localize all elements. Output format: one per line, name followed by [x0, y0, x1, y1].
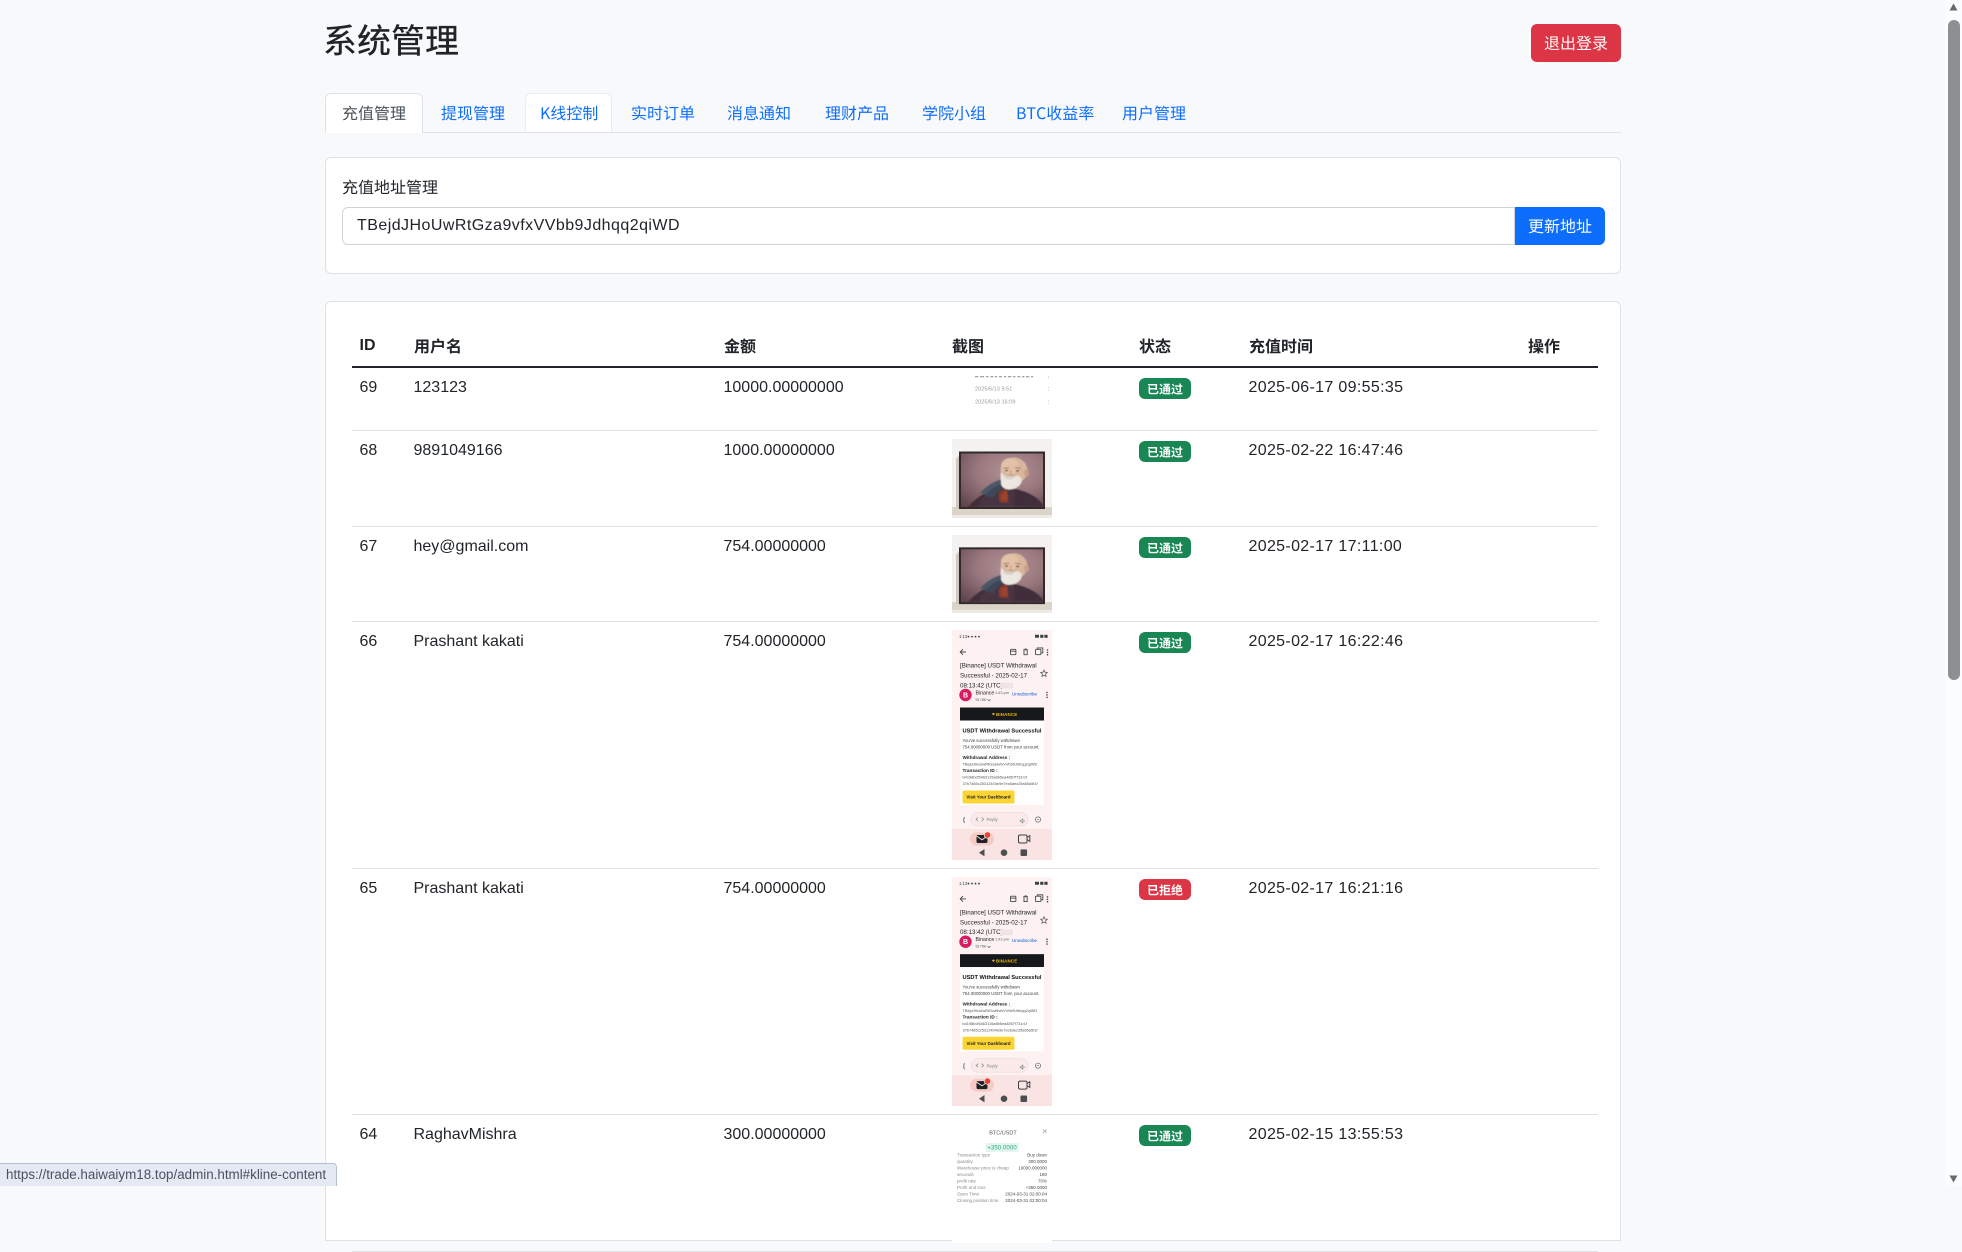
svg-text:Unsubscribe: Unsubscribe	[1012, 938, 1037, 943]
svg-text:TBejdJHoUwRtGza9vfxVVbb9Jdhqq2: TBejdJHoUwRtGza9vfxVVbb9Jdhqq2qiWD	[962, 761, 1037, 766]
svg-text:Profit and loss: Profit and loss	[957, 1185, 986, 1190]
svg-text:to me: to me	[975, 697, 987, 702]
svg-text:B: B	[962, 939, 967, 946]
svg-text:37b7465c25312404e9e7ec6dec25a6: 37b7465c25312404e9e7ec6dec25a65a5t1f	[962, 1027, 1038, 1032]
svg-text:08:13:42 (UTC): 08:13:42 (UTC)	[960, 929, 1003, 936]
svg-text:Successful - 2025-02-17: Successful - 2025-02-17	[960, 672, 1028, 679]
svg-text:Transaction type: Transaction type	[957, 1152, 991, 1157]
svg-text:USDT Withdrawal Successful: USDT Withdrawal Successful	[962, 975, 1041, 981]
svg-text:Withdrawal Address :: Withdrawal Address :	[962, 1001, 1010, 1006]
svg-text:TBejdJHoUwRtGza9vfxVVbb9Jdhqq2: TBejdJHoUwRtGza9vfxVVbb9Jdhqq2qiWD	[962, 1008, 1037, 1013]
svg-text:180: 180	[1039, 1172, 1047, 1177]
svg-text:Binance: Binance	[975, 937, 994, 943]
svg-text:to me: to me	[975, 943, 987, 948]
svg-text:You've successfully withdrawn: You've successfully withdrawn	[962, 738, 1020, 743]
svg-text:+350.0000: +350.0000	[1025, 1185, 1047, 1190]
svg-text:1:43 pm: 1:43 pm	[995, 690, 1009, 695]
svg-text:754.00000000 USDT from your ac: 754.00000000 USDT from your account.	[962, 991, 1039, 996]
svg-text:B: B	[962, 692, 967, 699]
svg-text:[Binance] USDT Withdrawal: [Binance] USDT Withdrawal	[960, 662, 1037, 669]
svg-text:BTC/USDT: BTC/USDT	[989, 1130, 1017, 1136]
svg-text:Transaction ID :: Transaction ID :	[962, 768, 998, 773]
svg-text:seconds: seconds	[957, 1172, 975, 1177]
svg-text:70%: 70%	[1037, 1178, 1046, 1183]
svg-text:Successful - 2025-02-17: Successful - 2025-02-17	[960, 919, 1028, 926]
svg-text:2025/6/13 16:09: 2025/6/13 16:09	[975, 399, 1015, 405]
svg-text:Transaction ID :: Transaction ID :	[962, 1014, 998, 1019]
svg-text:1:13: 1:13	[959, 881, 968, 886]
svg-text:USDT Withdrawal Successful: USDT Withdrawal Successful	[962, 728, 1041, 734]
svg-text:quantity: quantity	[957, 1159, 974, 1164]
svg-text:b4198bcf5463115a8b5ea4857f731r: b4198bcf5463115a8b5ea4857f731r1f	[962, 774, 1028, 779]
svg-text:Warehouse price is cheap: Warehouse price is cheap	[957, 1165, 1009, 1170]
svg-text:Open Time: Open Time	[957, 1191, 980, 1196]
svg-text:Visit Your Dashboard: Visit Your Dashboard	[966, 1041, 1010, 1046]
svg-text:b4198bcf5463115a8b5ea4857f731r: b4198bcf5463115a8b5ea4857f731r1f	[962, 1020, 1027, 1025]
svg-text:Unsubscribe: Unsubscribe	[1012, 691, 1038, 696]
svg-text:754.00000000 USDT from your ac: 754.00000000 USDT from your account.	[962, 744, 1039, 749]
svg-text:2024-03-31 02:00:04: 2024-03-31 02:00:04	[1005, 1198, 1047, 1203]
svg-text:08:13:42 (UTC): 08:13:42 (UTC)	[960, 682, 1003, 689]
svg-text:Visit Your Dashboard: Visit Your Dashboard	[966, 794, 1010, 799]
svg-text:+350.0000: +350.0000	[987, 1144, 1017, 1151]
svg-text:Binance: Binance	[975, 690, 994, 696]
svg-text:37b7465c25312404e9e7ec6dec25a6: 37b7465c25312404e9e7ec6dec25a65a5t1f	[962, 781, 1038, 786]
svg-text:1:13: 1:13	[959, 634, 968, 639]
svg-text:Reply: Reply	[986, 817, 998, 822]
svg-text:profit rate: profit rate	[957, 1178, 977, 1183]
svg-text:Reply: Reply	[986, 1063, 998, 1068]
svg-text:Withdrawal Address :: Withdrawal Address :	[962, 755, 1010, 760]
svg-text:You've successfully withdrawn: You've successfully withdrawn	[962, 984, 1020, 989]
svg-text:1:43 pm: 1:43 pm	[995, 936, 1009, 941]
svg-text:BINANCE: BINANCE	[996, 711, 1017, 716]
svg-text:300.0000: 300.0000	[1028, 1159, 1047, 1164]
svg-text:[Binance] USDT Withdrawal: [Binance] USDT Withdrawal	[960, 909, 1037, 916]
svg-text:2024-03-31 02:00:04: 2024-03-31 02:00:04	[1005, 1191, 1047, 1196]
svg-text:Closing position time: Closing position time	[957, 1198, 999, 1203]
svg-text:BINANCE: BINANCE	[996, 958, 1017, 963]
svg-text:2025/6/13 9:51: 2025/6/13 9:51	[975, 386, 1012, 392]
svg-text:Buy down: Buy down	[1027, 1152, 1047, 1157]
svg-text:10000.000000: 10000.000000	[1018, 1165, 1047, 1170]
